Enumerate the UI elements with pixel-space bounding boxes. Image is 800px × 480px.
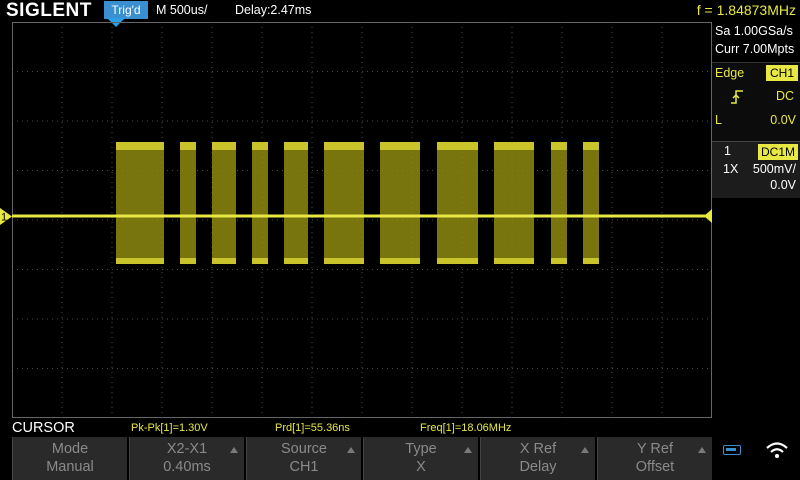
channel1-offset: 0.0V [770,178,796,192]
xref-softkey[interactable]: X Ref Delay [480,437,595,480]
signal-burst-bottom-edge [437,258,478,264]
yref-softkey[interactable]: Y Ref Offset [597,437,712,480]
yref-softkey-value: Offset [635,459,675,475]
right-info-panel: Sa 1.00GSa/s Curr 7.00Mpts Edge CH1 DC L… [712,22,800,420]
channel1-number: 1 [724,144,731,158]
signal-burst [252,144,268,264]
delay-readout[interactable]: Delay:2.47ms [235,0,311,22]
softkey-row: Mode Manual X2-X1 0.40ms Source CH1 Type… [0,437,714,480]
signal-burst [116,144,164,264]
signal-burst-bottom-edge [494,258,534,264]
signal-burst-bottom-edge [551,258,567,264]
trigger-level-label: L [715,113,722,127]
memory-depth-readout: Curr 7.00Mpts [715,42,795,56]
knob-adjust-icon [347,447,355,453]
signal-burst-top-edge [252,142,268,150]
signal-burst-top-edge [437,142,478,150]
signal-burst-top-edge [380,142,420,150]
trigger-level-value: 0.0V [770,113,796,127]
usb-icon [723,445,741,455]
signal-burst-bottom-edge [284,258,308,264]
knob-adjust-icon [464,447,472,453]
xref-softkey-value: Delay [519,459,557,475]
mode-softkey-title: Mode [51,441,89,457]
signal-burst [437,144,478,264]
channel1-ground-marker[interactable]: 1 [0,208,12,225]
signal-burst-top-edge [551,142,567,150]
signal-burst-bottom-edge [212,258,236,264]
signal-burst-top-edge [494,142,534,150]
trigger-level-marker-icon[interactable] [704,209,712,223]
wifi-icon[interactable] [764,439,790,461]
timebase-readout[interactable]: M 500us/ [156,0,207,22]
measurement-frequency: Freq[1]=18.06MHz [420,422,512,434]
signal-burst-bottom-edge [583,258,599,264]
type-softkey-title: Type [405,441,437,457]
knob-adjust-icon [698,447,706,453]
signal-burst [180,144,196,264]
signal-burst [212,144,236,264]
frequency-counter: f = 1.84873MHz [696,2,796,18]
trigger-coupling-label: DC [775,89,794,103]
xref-softkey-title: X Ref [519,441,557,457]
x2x1-softkey-title: X2-X1 [166,441,208,457]
channel1-vertical-scale: 500mV/ [752,162,796,176]
signal-burst-top-edge [180,142,196,150]
mode-softkey[interactable]: Mode Manual [12,437,127,480]
signal-burst [583,144,599,264]
trigger-status-badge[interactable]: Trig'd [104,1,148,19]
trigger-source-badge[interactable]: CH1 [765,65,798,81]
signal-burst [284,144,308,264]
yref-softkey-title: Y Ref [636,441,673,457]
x2x1-softkey[interactable]: X2-X1 0.40ms [129,437,244,480]
type-softkey[interactable]: Type X [363,437,478,480]
signal-burst [324,144,364,264]
knob-adjust-icon [581,447,589,453]
signal-burst-bottom-edge [380,258,420,264]
measurement-pkpk: Pk-Pk[1]=1.30V [131,422,208,434]
source-softkey-value: CH1 [289,459,319,475]
signal-bursts [116,142,599,264]
type-softkey-value: X [416,459,426,475]
x2x1-softkey-value: 0.40ms [163,459,211,475]
brand-logo: SIGLENT [6,0,92,21]
signal-burst-bottom-edge [180,258,196,264]
mode-softkey-value: Manual [46,459,94,475]
signal-burst-bottom-edge [252,258,268,264]
source-softkey[interactable]: Source CH1 [246,437,361,480]
trigger-type-label: Edge [715,66,745,80]
signal-burst-top-edge [324,142,364,150]
measurement-bar [0,420,800,436]
measurement-period: Prd[1]=55.36ns [275,422,350,434]
status-icons [714,437,800,480]
signal-burst-bottom-edge [116,258,164,264]
signal-burst-bottom-edge [324,258,364,264]
signal-burst [494,144,534,264]
signal-burst-top-edge [212,142,236,150]
channel1-settings-panel[interactable]: 1 DC1M 1X 500mV/ 0.0V [712,141,800,198]
channel1-marker-label: 1 [1,212,7,224]
channel1-probe-ratio: 1X [723,162,739,176]
menu-title: CURSOR [12,420,75,436]
channel1-coupling-badge[interactable]: DC1M [757,144,798,160]
signal-burst [380,144,420,264]
signal-burst-top-edge [583,142,599,150]
sample-rate-readout: Sa 1.00GSa/s [715,24,793,38]
rising-edge-icon [731,90,743,104]
signal-burst [551,144,567,264]
waveform-grid[interactable] [12,22,712,418]
signal-burst-top-edge [116,142,164,150]
waveform-display[interactable] [12,22,712,418]
source-softkey-title: Source [281,441,327,457]
knob-adjust-icon [230,447,238,453]
signal-burst-top-edge [284,142,308,150]
